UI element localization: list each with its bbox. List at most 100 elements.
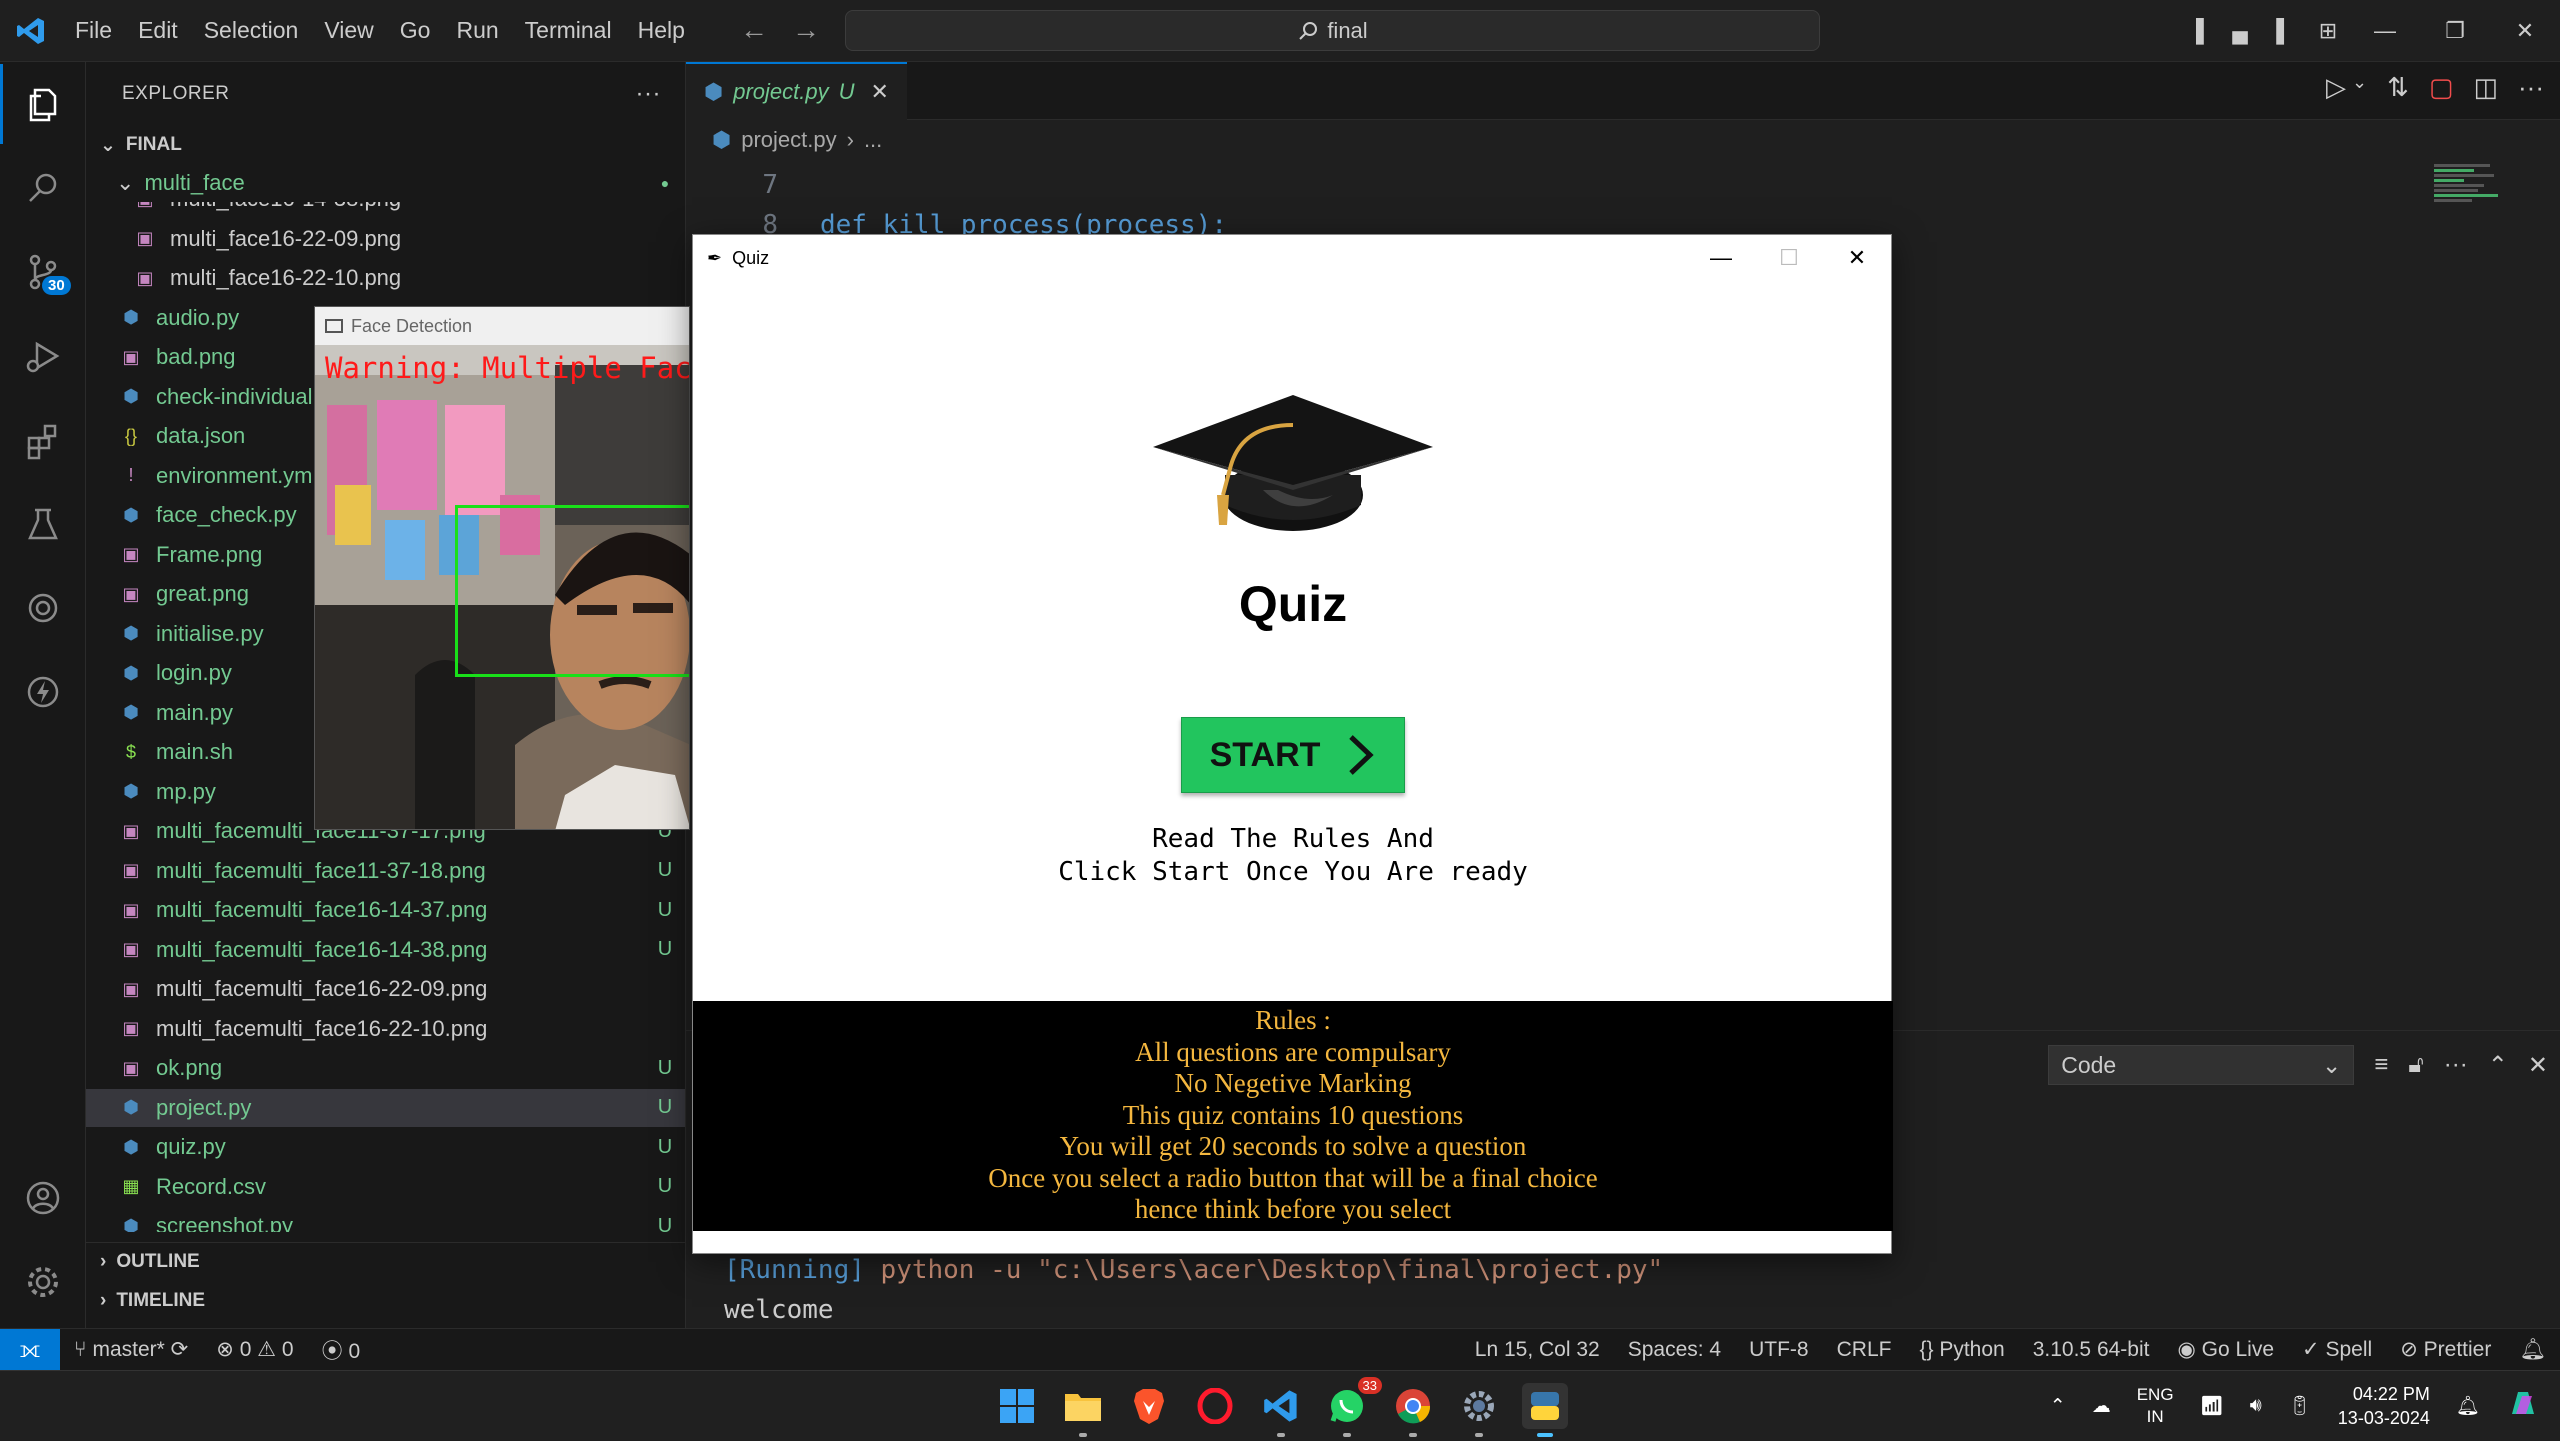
face-detection-window[interactable]: Face Detection Warning: Multiple Faces	[314, 306, 690, 830]
close-window-icon[interactable]: ✕	[2490, 18, 2560, 44]
clock[interactable]: 04:22 PM 13-03-2024	[2338, 1382, 2430, 1430]
breadcrumb-file[interactable]: project.py	[741, 127, 836, 153]
python-taskbar-icon[interactable]	[1522, 1383, 1568, 1437]
file-item[interactable]: ⬢ quiz.py U	[86, 1128, 685, 1166]
settings-app-icon[interactable]	[1456, 1383, 1502, 1437]
command-center-search[interactable]: final	[845, 10, 1820, 51]
prettier-status[interactable]: ⊘ Prettier	[2400, 1337, 2491, 1362]
go-live-button[interactable]: ◉ Go Live	[2177, 1337, 2274, 1362]
outline-section[interactable]: › OUTLINE	[86, 1242, 685, 1280]
menu-terminal[interactable]: Terminal	[512, 17, 625, 44]
file-item[interactable]: ▣ ok.png U	[86, 1049, 685, 1087]
clear-output-icon[interactable]: ≡	[2374, 1051, 2388, 1079]
file-item[interactable]: ▣ multi_face16-14-38.png	[86, 202, 685, 218]
end-of-line[interactable]: CRLF	[1837, 1338, 1892, 1362]
tab-project-py[interactable]: ⬢ project.py U ✕	[686, 62, 907, 120]
menu-go[interactable]: Go	[387, 17, 444, 44]
file-item[interactable]: ▣ multi_face16-22-10.png	[86, 259, 685, 297]
settings-gear-icon[interactable]	[0, 1242, 86, 1322]
extensions-icon[interactable]	[0, 400, 86, 480]
windows-start-icon[interactable]	[994, 1383, 1040, 1429]
close-tab-icon[interactable]: ✕	[871, 79, 889, 105]
chrome-browser-icon[interactable]	[1390, 1383, 1436, 1437]
restore-window-icon[interactable]: ❐	[2420, 18, 2490, 44]
wifi-icon[interactable]: 📶︎	[2200, 1394, 2224, 1418]
python-interpreter[interactable]: 3.10.5 64-bit	[2033, 1338, 2150, 1362]
customize-layout-icon[interactable]: ⊞	[2306, 18, 2350, 44]
git-branch[interactable]: ⑂ master* ⟳	[74, 1337, 188, 1362]
onedrive-cloud-icon[interactable]: ☁	[2092, 1395, 2111, 1418]
run-python-icon[interactable]: ▷	[2326, 72, 2346, 103]
minimize-window-icon[interactable]: —	[2350, 18, 2420, 44]
volume-icon[interactable]: 🔊︎	[2250, 1395, 2262, 1417]
quiz-window[interactable]: ✒ Quiz — ☐ ✕ Quiz START Read The Rules A…	[692, 234, 1893, 1254]
compare-changes-icon[interactable]: ⇅	[2387, 72, 2409, 103]
file-item[interactable]: ▣ multi_facemulti_face16-14-37.png U	[86, 891, 685, 929]
copilot-chat-icon[interactable]	[0, 568, 86, 648]
lock-scroll-icon[interactable]: 🔓︎	[2408, 1051, 2424, 1079]
encoding[interactable]: UTF-8	[1749, 1338, 1809, 1362]
file-item[interactable]: ⬢ screenshot.py U	[86, 1207, 685, 1232]
panel-more-icon[interactable]: ···	[2444, 1051, 2468, 1079]
toggle-secondary-sidebar-icon[interactable]: ▌	[2262, 18, 2306, 44]
maximize-panel-icon[interactable]: ⌃	[2488, 1051, 2508, 1080]
file-explorer-icon[interactable]	[1060, 1383, 1106, 1437]
file-item[interactable]: ⬢ project.py U	[86, 1088, 685, 1127]
search-view-icon[interactable]	[0, 148, 86, 228]
folder-multi-face[interactable]: ⌄ multi_face ●	[86, 164, 685, 202]
menu-run[interactable]: Run	[443, 17, 511, 44]
file-item[interactable]: ▣ multi_face16-22-09.png	[86, 220, 685, 258]
folder-root-final[interactable]: ⌄ FINAL	[86, 126, 685, 164]
file-item[interactable]: ▣ multi_facemulti_face16-22-09.png	[86, 970, 685, 1008]
brave-browser-icon[interactable]	[1126, 1383, 1172, 1429]
file-item[interactable]: ▣ multi_facemulti_face11-37-18.png U	[86, 852, 685, 890]
split-editor-icon[interactable]: ◫	[2473, 72, 2498, 103]
problems-indicator[interactable]: ⊗ 0 ⚠ 0	[216, 1337, 293, 1362]
menu-help[interactable]: Help	[625, 17, 698, 44]
close-panel-icon[interactable]: ✕	[2528, 1051, 2548, 1080]
file-item[interactable]: ▣ multi_facemulti_face16-14-38.png U	[86, 931, 685, 969]
minimize-quiz-icon[interactable]: —	[1687, 235, 1755, 281]
toggle-panel-icon[interactable]: ▄	[2218, 18, 2262, 44]
remote-indicator-icon[interactable]: ⟗	[0, 1328, 60, 1371]
notifications-bell-icon[interactable]: 🔔︎	[2519, 1338, 2546, 1362]
indentation[interactable]: Spaces: 4	[1628, 1338, 1721, 1362]
input-language[interactable]: ENG IN	[2137, 1384, 2174, 1428]
language-mode[interactable]: {} Python	[1919, 1338, 2004, 1362]
back-arrow-icon[interactable]: ←	[740, 14, 768, 46]
spell-check[interactable]: ✓ Spell	[2302, 1337, 2372, 1362]
explorer-more-icon[interactable]: ···	[636, 80, 661, 108]
cursor-position[interactable]: Ln 15, Col 32	[1475, 1338, 1600, 1362]
testing-flask-icon[interactable]	[0, 484, 86, 564]
close-quiz-icon[interactable]: ✕	[1823, 235, 1891, 281]
maximize-quiz-icon[interactable]: ☐	[1755, 235, 1823, 281]
menu-edit[interactable]: Edit	[125, 17, 191, 44]
timeline-section[interactable]: › TIMELINE	[86, 1282, 685, 1320]
menu-view[interactable]: View	[311, 17, 386, 44]
breadcrumb-more[interactable]: ...	[864, 127, 882, 153]
show-hidden-icons-chevron-icon[interactable]: ⌃	[2050, 1395, 2066, 1418]
ports-indicator[interactable]: ⦿ 0	[322, 1335, 361, 1365]
toggle-sidebar-icon[interactable]: ▐	[2174, 18, 2218, 44]
run-debug-icon[interactable]	[0, 316, 86, 396]
file-item[interactable]: ▦ Record.csv U	[86, 1168, 685, 1206]
menu-file[interactable]: File	[62, 17, 125, 44]
minimap[interactable]	[2434, 162, 2514, 362]
menu-selection[interactable]: Selection	[191, 17, 312, 44]
accounts-icon[interactable]	[0, 1158, 86, 1238]
whatsapp-icon[interactable]: 33	[1324, 1377, 1382, 1437]
start-button[interactable]: START	[1181, 717, 1405, 793]
copilot-taskbar-icon[interactable]	[2506, 1386, 2540, 1426]
opera-browser-icon[interactable]	[1192, 1383, 1238, 1429]
output-channel-select[interactable]: Code ⌄	[2048, 1045, 2355, 1085]
battery-icon[interactable]: 🔋︎	[2288, 1394, 2312, 1418]
thunder-client-icon[interactable]	[0, 652, 86, 732]
run-dropdown-chevron-icon[interactable]: ⌄	[2352, 72, 2367, 103]
file-item[interactable]: ▣ multi_facemulti_face16-22-10.png	[86, 1010, 685, 1048]
explorer-icon[interactable]	[0, 64, 86, 144]
stop-run-icon[interactable]: ▢	[2429, 72, 2454, 103]
face-window-titlebar[interactable]: Face Detection	[315, 307, 689, 345]
vscode-taskbar-icon[interactable]	[1258, 1383, 1304, 1437]
notification-bell-icon[interactable]: 🔔︎	[2456, 1394, 2480, 1418]
forward-arrow-icon[interactable]: →	[792, 14, 820, 46]
